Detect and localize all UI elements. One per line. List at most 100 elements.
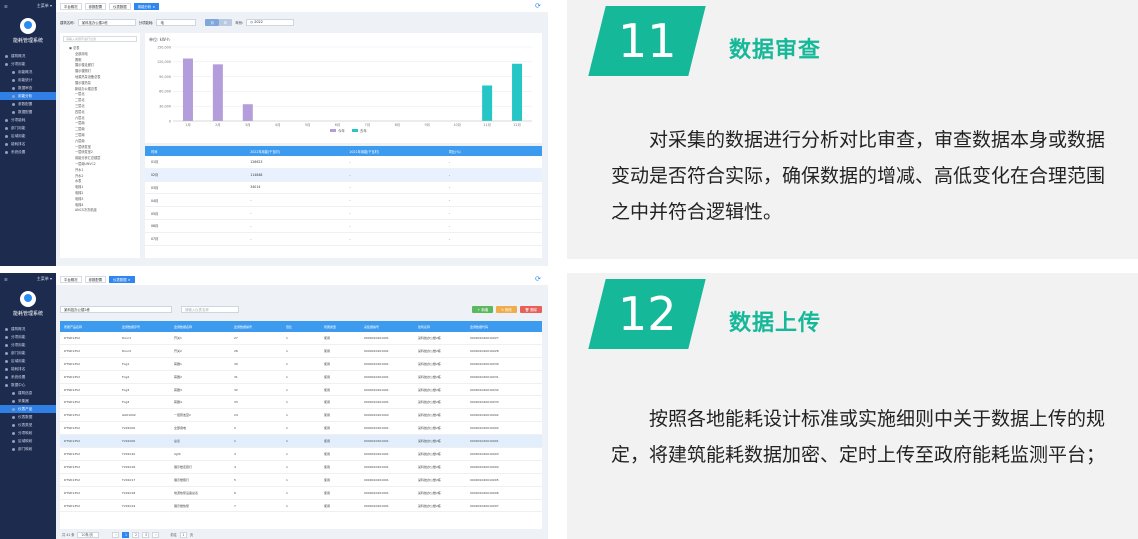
sidebar-item[interactable]: 用能统计: [0, 76, 56, 84]
page-number[interactable]: 1: [122, 531, 130, 538]
table-body: DTSD1352 Door1 开关1 27 1 使用 0000010201001 某科技办公楼…: [60, 332, 542, 513]
refresh-icon[interactable]: ⟳: [535, 2, 543, 10]
table-cell: G001002: [122, 413, 136, 418]
menu-label[interactable]: 主菜单 ▾: [37, 276, 52, 282]
x-tick-label: 11月: [483, 123, 491, 127]
tab[interactable]: 平台概况: [60, 2, 82, 10]
sidebar-item[interactable]: 区域用能: [0, 132, 56, 140]
menu-icon[interactable]: ☰: [4, 277, 8, 282]
sidebar-item[interactable]: 用能分析: [0, 92, 56, 100]
building-select[interactable]: 某科技办公楼2栋: [77, 18, 136, 26]
table-row[interactable]: 07月 - - -: [145, 233, 542, 246]
tab[interactable]: 仪表数据 ×: [109, 275, 135, 283]
table-cell: 地源热泵设备总表: [174, 490, 199, 495]
x-tick-label: 2月: [215, 123, 221, 127]
sidebar-item[interactable]: 参数配置: [0, 100, 56, 108]
sidebar-item[interactable]: 建筑概况: [0, 325, 56, 333]
table-row[interactable]: 04月 - - -: [145, 194, 542, 208]
next-page-icon[interactable]: ›: [152, 531, 160, 538]
table-row[interactable]: DTSD1352 Door2 开关2 28 1 使用 0000010201001 某科技办公楼…: [60, 345, 542, 358]
sidebar-item[interactable]: 系统设置: [0, 148, 56, 156]
goto-input[interactable]: 1: [179, 531, 187, 538]
table-row[interactable]: DTSD1352 Fog1 雾器1 30 1 使用 0000010201001 某科技办公楼2…: [60, 358, 542, 371]
sidebar-item[interactable]: 建筑信息: [0, 389, 56, 397]
table-row[interactable]: 06月 - - -: [145, 220, 542, 233]
sidebar-item[interactable]: 数据中心: [0, 381, 56, 389]
sidebar-item[interactable]: 数据审查: [0, 84, 56, 92]
sidebar-item[interactable]: 分项用能: [0, 333, 56, 341]
card-body: 对采集的数据进行分析对比审查，审查数据本身或数据变动是否符合实际，确保数据的增减…: [611, 129, 1106, 223]
tab[interactable]: 用能分析 ×: [133, 2, 160, 10]
sidebar-item[interactable]: 能耗排名: [0, 140, 56, 148]
y-tick-label: 60,000: [159, 90, 171, 94]
sidebar-item[interactable]: 能耗排名: [0, 365, 56, 373]
tab[interactable]: 参数配置: [84, 275, 107, 283]
building-select[interactable]: 某科技办公楼2栋: [60, 305, 172, 313]
sidebar-item[interactable]: 部门用能: [0, 124, 56, 132]
table-row[interactable]: 01月 126623 - -: [145, 156, 542, 169]
meter-table: 所属产品名称 监测数据序号 监测数据名称 监测数据编号 倍比 所属类型 采集器编号 建筑名称 监…: [60, 321, 542, 529]
page-number[interactable]: 3: [142, 531, 150, 538]
year-picker[interactable]: ◷ 2022: [246, 18, 295, 26]
month-button[interactable]: 月: [205, 18, 219, 26]
sidebar-item[interactable]: 用能概况: [0, 68, 56, 76]
table-row[interactable]: DTSD1352 T201010 light 3 1 使用 0000010201001 某科技…: [60, 448, 542, 461]
sidebar-item[interactable]: 仪表数据: [0, 413, 56, 421]
sidebar-item[interactable]: 数据配置: [0, 108, 56, 116]
prev-page-icon[interactable]: ‹: [112, 531, 120, 538]
year-button[interactable]: 年: [218, 18, 233, 26]
table-row[interactable]: DTSD1352 T201019 展示楼热泵 7 1 使用 0000010201001 某科技…: [60, 500, 542, 513]
sidebar-item[interactable]: 分项映射: [0, 429, 56, 437]
table-cell: 1: [286, 464, 288, 469]
table-cell: 某科技办公楼2栋: [418, 387, 441, 392]
sidebar-item[interactable]: 建筑概况: [0, 52, 56, 60]
sidebar-item[interactable]: 分项用能: [0, 341, 56, 349]
column-header: 采集器编号: [364, 324, 380, 329]
edit-button[interactable]: ✎ 修改: [496, 305, 517, 313]
table-row[interactable]: DTSD1352 T201016 展示楼走廊灯 4 1 使用 0000010201001 某科…: [60, 461, 542, 474]
tree-search-input[interactable]: 请输入关键字进行过滤: [63, 36, 137, 42]
table-row[interactable]: DTSD1352 Fog3 雾器3 32 1 使用 0000010201001 某科技办公楼2…: [60, 384, 542, 397]
table-cell: T201016: [122, 464, 136, 469]
table-row[interactable]: DTSD1352 Door1 开关1 27 1 使用 0000010201001 某科技办公楼…: [60, 332, 542, 345]
meter-tree: 请输入关键字进行过滤 ▣ 总表 全部用电 照明 展示楼走廊灯 展示楼照灯 地源热泵设备总表…: [60, 33, 140, 258]
y-axis-unit-label: 单位: kW·h: [149, 36, 170, 42]
meter-search-input[interactable]: 请输入仪表名称: [181, 305, 239, 313]
table-cell: 某科技办公楼2栋: [418, 426, 441, 431]
table-row[interactable]: DTSD1352 T201000 全部用电 2 1 使用 0000010201001 某科技办…: [60, 422, 542, 436]
sidebar-item[interactable]: 部门用能: [0, 349, 56, 357]
tree-item[interactable]: ANCS冷冻机组: [63, 208, 137, 214]
tab[interactable]: 参数配置: [84, 2, 107, 10]
table-row[interactable]: 05月 - - -: [145, 207, 542, 220]
refresh-icon[interactable]: ⟳: [535, 275, 543, 283]
add-button[interactable]: + 新增: [472, 305, 494, 313]
sidebar-item[interactable]: 分项能耗: [0, 116, 56, 124]
table-row[interactable]: DTSD1352 Fog4 雾器4 33 1 使用 0000010201001 某科技办公楼2…: [60, 396, 542, 410]
table-row[interactable]: DTSD1352 Fog2 雾器2 31 1 使用 0000010201001 某科技办公楼2…: [60, 371, 542, 384]
sidebar-item[interactable]: 区域映射: [0, 437, 56, 445]
tab[interactable]: 仪表数据: [109, 2, 131, 10]
sidebar-item[interactable]: 采集器: [0, 397, 56, 405]
menu-icon[interactable]: ☰: [4, 4, 8, 9]
sidebar-item[interactable]: 仪表产品: [0, 405, 56, 413]
sidebar-item[interactable]: 区域用能: [0, 357, 56, 365]
feature-card-data-upload: 12 数据上传 按照各地能耗设计标准或实施细则中关于数据上传的规定，将建筑能耗数…: [567, 273, 1138, 539]
tab[interactable]: 平台概况: [60, 275, 82, 283]
sidebar-item[interactable]: 部门映射: [0, 445, 56, 453]
table-cell: T201018: [122, 490, 136, 495]
sidebar-item[interactable]: 仪表类型: [0, 421, 56, 429]
sidebar-item[interactable]: 系统设置: [0, 373, 56, 381]
energy-type-select[interactable]: 电: [156, 18, 197, 26]
table-row[interactable]: 02月 114848 - -: [145, 168, 542, 182]
delete-button[interactable]: 🗑 删除: [519, 305, 542, 313]
table-row[interactable]: DTSD1352 T201018 地源热泵设备总表 6 1 使用 0000010201001…: [60, 487, 542, 500]
table-row[interactable]: DTSD1352 T201017 展示楼照灯 5 1 使用 0000010201001 某科技…: [60, 474, 542, 487]
sidebar-item[interactable]: 分项用能: [0, 60, 56, 68]
table-row[interactable]: 03月 34014 - -: [145, 182, 542, 195]
page-number[interactable]: 2: [132, 531, 140, 538]
menu-label[interactable]: 主菜单 ▾: [37, 3, 52, 9]
chart-svg: 单位: kW·h 0 30,000 60,000 90,000 120,000 150,00…: [149, 36, 532, 133]
table-row[interactable]: DTSD1352 G001002 一层研发室2 24 1 使用 0000010201002 某…: [60, 409, 542, 423]
table-row[interactable]: DTSD1352 T201000 总表 1 1 使用 0000010201001 某科技办公楼…: [60, 435, 542, 449]
page-size-select[interactable]: 20条/页: [77, 531, 100, 538]
